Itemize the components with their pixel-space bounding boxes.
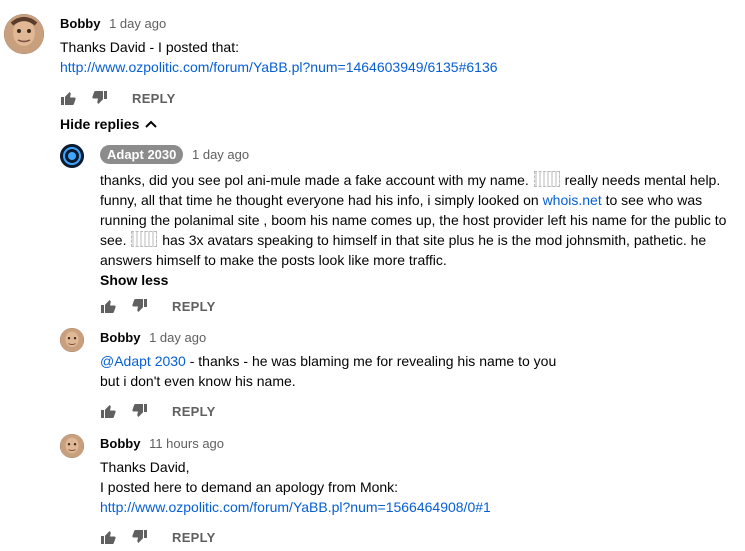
comment-text-part: thanks, did you see pol ani-mule made a … — [100, 172, 529, 188]
timestamp[interactable]: 11 hours ago — [149, 436, 224, 451]
comment-line: @Adapt 2030 - thanks - he was blaming me… — [100, 351, 740, 371]
comment-actions: REPLY — [60, 88, 176, 108]
thumb-down-icon[interactable] — [132, 529, 148, 545]
chevron-up-icon — [145, 120, 158, 128]
author-name[interactable]: Bobby — [100, 330, 140, 345]
hide-replies-button[interactable]: Hide replies — [60, 116, 158, 132]
thumb-up-icon[interactable] — [100, 403, 116, 419]
unrendered-glyph — [131, 231, 158, 247]
show-less-button[interactable]: Show less — [100, 270, 740, 290]
comment-actions: REPLY — [100, 296, 216, 316]
avatar-face-icon — [60, 328, 84, 352]
comment-text: Thanks David, I posted here to demand an… — [100, 457, 740, 517]
comment-text-part: has 3x avatars speaking to himself in th… — [100, 232, 707, 268]
avatar[interactable] — [4, 14, 44, 54]
thumb-up-icon[interactable] — [100, 529, 116, 545]
author-name[interactable]: Bobby — [60, 16, 100, 31]
comment-text: thanks, did you see pol ani-mule made a … — [100, 170, 740, 290]
avatar-logo-icon — [60, 144, 84, 168]
comment-line: I posted here to demand an apology from … — [100, 479, 399, 495]
hide-replies-label: Hide replies — [60, 116, 140, 132]
thumb-up-icon[interactable] — [60, 90, 76, 106]
author-name[interactable]: Bobby — [100, 436, 140, 451]
avatar-face-icon — [4, 14, 44, 54]
thumb-up-icon[interactable] — [100, 298, 116, 314]
reply-button[interactable]: REPLY — [172, 404, 216, 419]
comment-link[interactable]: whois.net — [543, 192, 602, 208]
mention-link[interactable]: @Adapt 2030 — [100, 353, 186, 369]
avatar[interactable] — [60, 144, 84, 168]
avatar[interactable] — [60, 434, 84, 458]
comment-header: Bobby 1 day ago — [60, 16, 166, 31]
timestamp[interactable]: 1 day ago — [149, 330, 206, 345]
comment-text-part: - thanks - he was blaming me for reveali… — [185, 353, 557, 369]
timestamp[interactable]: 1 day ago — [109, 16, 166, 31]
reply-button[interactable]: REPLY — [132, 91, 176, 106]
avatar[interactable] — [60, 328, 84, 352]
thumb-down-icon[interactable] — [132, 403, 148, 419]
comment-actions: REPLY — [100, 401, 216, 421]
author-badge[interactable]: Adapt 2030 — [100, 145, 184, 164]
avatar-face-icon — [60, 434, 84, 458]
unrendered-glyph — [533, 171, 560, 187]
comment-line: Thanks David - I posted that: — [60, 39, 239, 55]
thumb-down-icon[interactable] — [92, 90, 108, 106]
comment-header: Bobby 11 hours ago — [100, 436, 224, 451]
comment-header: Adapt 2030 1 day ago — [100, 145, 249, 164]
reply-button[interactable]: REPLY — [172, 530, 216, 545]
thumb-down-icon[interactable] — [132, 298, 148, 314]
comment-text: @Adapt 2030 - thanks - he was blaming me… — [100, 351, 740, 391]
comment-line: Thanks David, — [100, 459, 190, 475]
comment-link[interactable]: http://www.ozpolitic.com/forum/YaBB.pl?n… — [100, 499, 491, 515]
comment-actions: REPLY — [100, 527, 216, 547]
comment-text: Thanks David - I posted that: http://www… — [60, 37, 720, 77]
comment-link[interactable]: http://www.ozpolitic.com/forum/YaBB.pl?n… — [60, 59, 498, 75]
reply-button[interactable]: REPLY — [172, 299, 216, 314]
timestamp[interactable]: 1 day ago — [192, 147, 249, 162]
comment-line: but i don't even know his name. — [100, 373, 296, 389]
comment-header: Bobby 1 day ago — [100, 330, 206, 345]
